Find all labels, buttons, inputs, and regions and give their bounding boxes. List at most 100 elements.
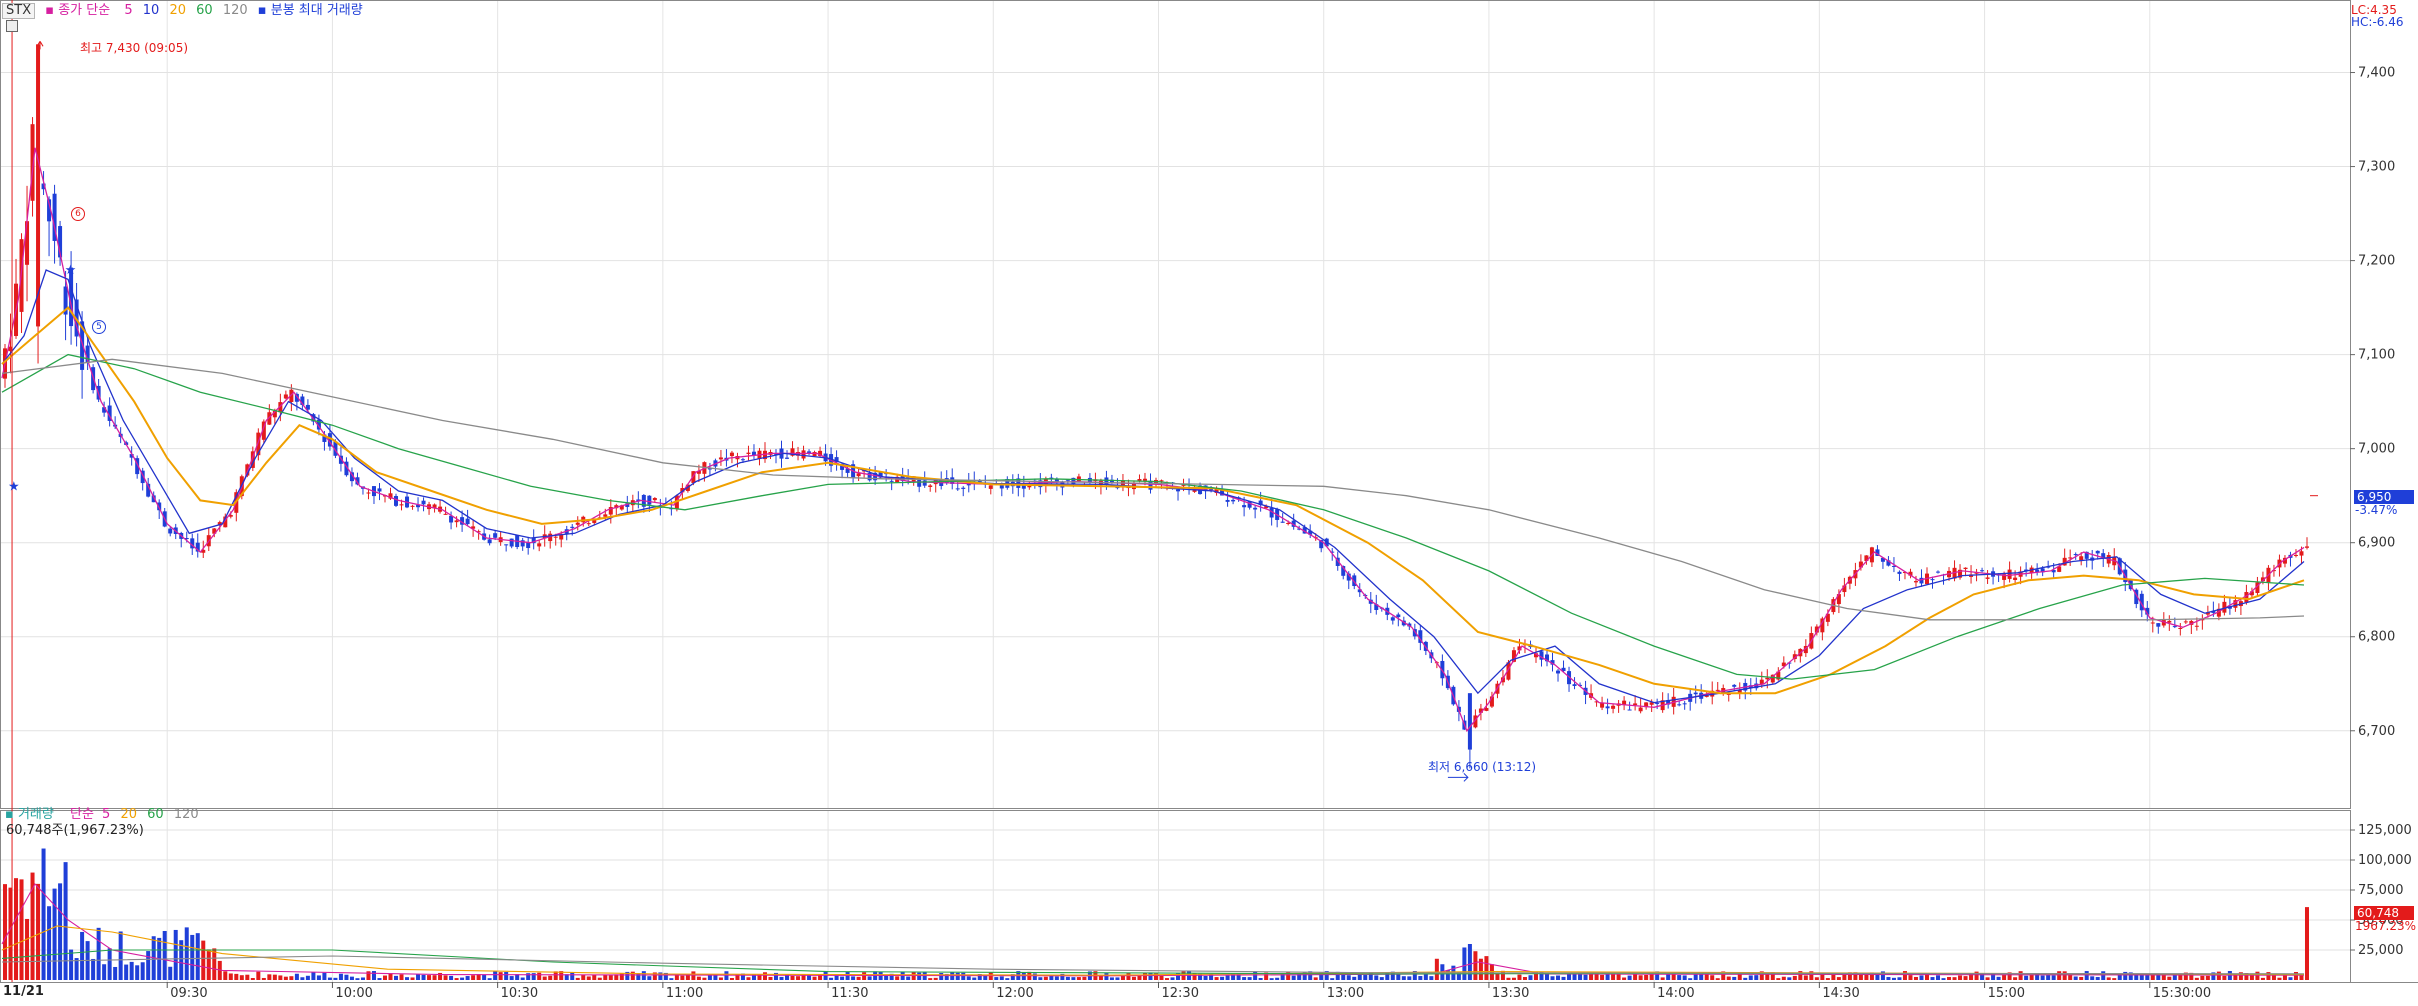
volume-bar [47, 906, 52, 980]
volume-bar [2277, 977, 2282, 980]
volume-bar [25, 918, 30, 980]
volume-bar [1038, 977, 1043, 980]
volume-bar [333, 977, 338, 980]
volume-bar [928, 978, 933, 980]
volume-bar [1517, 974, 1522, 980]
ma60-label: 60 [196, 3, 213, 18]
candle-body [955, 488, 960, 490]
volume-bar [608, 975, 613, 980]
volume-legend: ▪ 거래량 단순 5 20 60 120 [5, 808, 205, 822]
volume-bar [1660, 977, 1665, 980]
current-volume-tag: 60,748 [2354, 906, 2414, 920]
volume-bar [1242, 977, 1247, 980]
volume-bar [746, 977, 751, 980]
volume-bar [1930, 977, 1935, 980]
volume-bar [471, 975, 476, 980]
volume-bar [762, 972, 767, 980]
volume-bar [162, 930, 167, 980]
volume-ma-type-label: 단순 [69, 807, 94, 822]
candle-body [2183, 621, 2188, 623]
candle-body [889, 480, 894, 482]
candle-body [2013, 577, 2018, 580]
candle-body [977, 481, 982, 483]
volume-bar [1726, 976, 1731, 980]
candle-body [917, 479, 922, 487]
candle-body [1253, 507, 1258, 510]
volume-bar [2002, 974, 2007, 980]
candle-body [1280, 521, 1285, 523]
volume-bar [796, 976, 801, 980]
vma20-label: 20 [120, 807, 138, 822]
candle-body [2293, 554, 2298, 556]
volume-bar [548, 975, 553, 980]
volume-bar [1165, 978, 1170, 980]
volume-bar [570, 972, 575, 980]
time-tick-label: 14:00 [1657, 986, 1694, 1001]
symbol-button[interactable]: STX [2, 3, 36, 19]
candle-body [718, 457, 723, 460]
volume-bar [2117, 974, 2122, 980]
candle-body [2150, 622, 2155, 624]
volume-bar [1500, 970, 1505, 980]
volume-bar [1418, 976, 1423, 980]
candle-body [1242, 505, 1247, 508]
volume-bar [1071, 977, 1076, 980]
vma5-label: 5 [102, 807, 111, 822]
volume-bar [707, 975, 712, 980]
chart-settings-icon[interactable] [6, 20, 18, 32]
candle-body [1985, 577, 1990, 579]
vma60-label: 60 [147, 807, 164, 822]
volume-bar [482, 974, 487, 980]
volume-bar [1963, 976, 1968, 980]
volume-bar [69, 949, 74, 980]
volume-bar [124, 964, 129, 980]
volume-bar [410, 977, 415, 980]
candle-body [394, 496, 399, 506]
volume-bar [74, 958, 79, 980]
volume-bar [421, 974, 426, 980]
volume-bar [1225, 975, 1230, 980]
volume-bar [531, 973, 536, 980]
volume-bar [1511, 977, 1516, 980]
volume-bar [2260, 977, 2265, 980]
star-icon: ★ [65, 263, 77, 278]
volume-bar [1109, 977, 1114, 980]
candle-body [2178, 627, 2183, 629]
volume-bar [691, 971, 696, 980]
volume-bar [443, 975, 448, 980]
volume-bar [961, 972, 966, 980]
volume-tick-label: 25,000 [2358, 943, 2404, 958]
volume-bar [917, 972, 922, 980]
volume-bar [195, 933, 200, 980]
volume-bar [939, 973, 944, 980]
candle-body [421, 500, 426, 505]
volume-bar [52, 888, 57, 980]
volume-bar [680, 975, 685, 980]
volume-bar [1913, 976, 1918, 980]
candle-body [1980, 570, 1985, 572]
ma5-label: 5 [124, 3, 133, 18]
volume-bar [294, 973, 299, 980]
volume-bar [1220, 976, 1225, 980]
volume-bar [1126, 973, 1131, 980]
volume-bar [498, 972, 503, 980]
volume-bar [388, 973, 393, 980]
signal-badge-5: 5 [92, 320, 106, 334]
volume-bar [1363, 975, 1368, 980]
volume-bar [702, 977, 707, 980]
volume-bar [267, 974, 272, 980]
volume-bar [416, 974, 421, 980]
volume-bar [1754, 975, 1759, 980]
candle-body [1655, 702, 1660, 704]
volume-bar [1600, 974, 1605, 980]
volume-bar [228, 973, 233, 980]
volume-bar [2205, 975, 2210, 980]
volume-bar [432, 975, 437, 980]
volume-bar [1638, 975, 1643, 980]
volume-bar [1269, 978, 1274, 980]
volume-bar [2216, 971, 2221, 980]
volume-bar [1947, 976, 1952, 980]
volume-bar [636, 973, 641, 980]
volume-bar [1776, 978, 1781, 980]
volume-bar [2101, 971, 2106, 980]
